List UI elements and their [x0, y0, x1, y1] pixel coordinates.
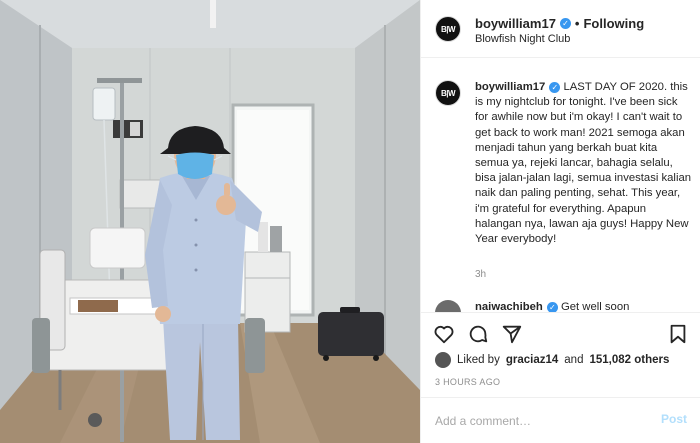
heart-icon[interactable]: [433, 323, 455, 345]
comment-bar: Post: [421, 397, 700, 443]
liker-username[interactable]: graciaz14: [506, 354, 558, 366]
hospital-room-photo: [0, 0, 420, 443]
header-user-line: boywilliam17 ✓ • Following: [475, 16, 644, 31]
post-date[interactable]: 3 HOURS AGO: [435, 377, 500, 387]
user-avatar[interactable]: B|W: [435, 16, 461, 42]
commenter-username[interactable]: naiwachibeh: [475, 301, 543, 312]
caption-timestamp: 3h: [475, 269, 487, 280]
share-icon[interactable]: [501, 323, 523, 345]
likes-summary: Liked by graciaz14 and 151,082 others: [435, 351, 669, 369]
follow-separator: •: [574, 16, 580, 31]
caption-text: LAST DAY OF 2020. this is my nightclub f…: [475, 81, 692, 246]
verified-badge-icon: ✓: [549, 82, 561, 93]
post-side-panel: B|W boywilliam17 ✓ • Following Blowfish …: [420, 0, 700, 443]
likes-and: and: [564, 354, 584, 366]
caption-block: B|W boywilliam17 ✓ LAST DAY OF 2020. this…: [421, 68, 700, 303]
likes-prefix: Liked by: [457, 354, 500, 366]
bookmark-icon[interactable]: [667, 323, 689, 345]
likes-count[interactable]: 151,082 others: [589, 354, 669, 366]
comment-text: naiwachibeh ✓ Get well soon: [475, 301, 629, 312]
comment-body: Get well soon: [560, 301, 630, 312]
liker-avatar[interactable]: [435, 352, 451, 368]
comment-item: naiwachibeh ✓ Get well soon: [435, 300, 695, 312]
caption-avatar[interactable]: B|W: [435, 80, 461, 106]
verified-badge-icon: ✓: [559, 18, 571, 29]
post-photo[interactable]: [0, 0, 420, 443]
caption: boywilliam17 ✓ LAST DAY OF 2020. this is …: [475, 80, 693, 247]
username-link[interactable]: boywilliam17: [475, 16, 556, 31]
commenter-avatar[interactable]: [435, 300, 461, 312]
comment-icon[interactable]: [467, 323, 489, 345]
verified-badge-icon: ✓: [546, 302, 558, 312]
post-comment-button[interactable]: Post: [661, 412, 687, 426]
caption-username[interactable]: boywilliam17: [475, 81, 545, 93]
comment-input[interactable]: [433, 410, 647, 432]
following-button[interactable]: Following: [583, 16, 644, 31]
post-actions-section: Liked by graciaz14 and 151,082 others 3 …: [421, 312, 700, 442]
location-link[interactable]: Blowfish Night Club: [475, 33, 570, 45]
post-header: B|W boywilliam17 ✓ • Following Blowfish …: [421, 0, 700, 58]
